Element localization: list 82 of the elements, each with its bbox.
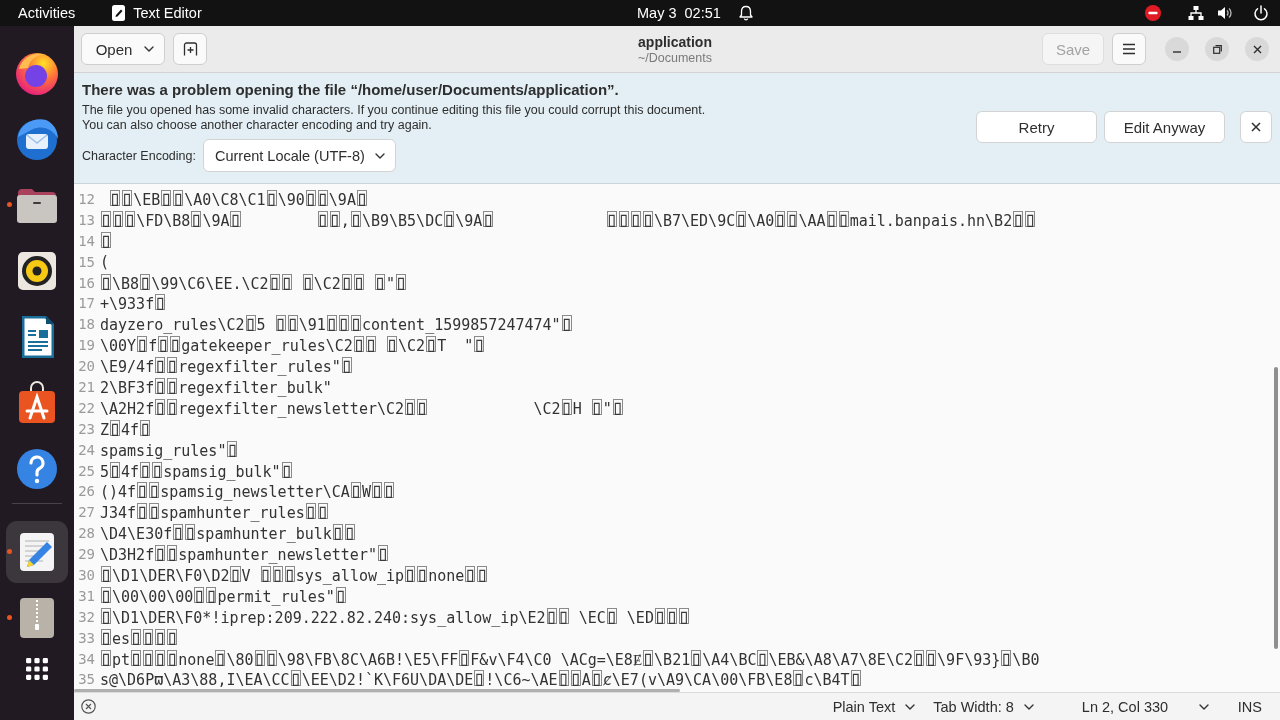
- close-icon: [1251, 122, 1261, 132]
- app-menu[interactable]: Text Editor: [112, 5, 202, 21]
- code-line: ▯▯▯\FD\B8▯\9A▯ ▯▯,▯\B9\B5\DC▯\9A▯ ▯▯▯▯\B7\ED\9C▯\A0▯▯\AA▯▯mail.banpais.hn\B2▯▯: [100, 210, 1037, 230]
- error-title: There was a problem opening the file “/home/user/Documents/application”.: [82, 80, 619, 100]
- window-title: application: [638, 33, 712, 51]
- code-line: ▯\D1\DER\F0\D2▯V ▯▯▯sys_allow_ip▯▯none▯▯: [100, 565, 489, 585]
- code-line: ▯: [100, 231, 113, 251]
- line-number: 12: [77, 190, 95, 208]
- edit-anyway-button[interactable]: Edit Anyway: [1104, 111, 1225, 143]
- line-number: 20: [77, 358, 95, 376]
- encoding-label: Character Encoding:: [82, 148, 196, 163]
- line-number: 13: [77, 211, 95, 229]
- menu-button[interactable]: [1112, 33, 1146, 65]
- line-number: 14: [77, 232, 95, 250]
- pencil-document-icon: [112, 5, 126, 21]
- restore-button[interactable]: [1205, 37, 1229, 61]
- do-not-disturb-icon[interactable]: [1145, 5, 1161, 21]
- code-line: ▯pt▯▯▯▯none▯\80▯▯\98\FB\8C\A6B!\E5\FF▯F&v\F4\C0 \ACg=\E8Ɇ▯\B21▯\A4\BC▯\EB&\A8\A7\8E\C2▯▯\9F\93}▯\B0: [100, 649, 1040, 669]
- line-number: 15: [77, 253, 95, 271]
- line-number: 34: [77, 650, 95, 668]
- cursor-position-dropdown[interactable]: Ln 2, Col 330: [1072, 693, 1218, 720]
- new-tab-icon: [182, 42, 198, 56]
- insert-mode-label: INS: [1237, 698, 1262, 715]
- caret-icon: [1023, 703, 1034, 710]
- minimize-button[interactable]: [1165, 37, 1189, 61]
- line-number: 29: [77, 546, 95, 564]
- language-dropdown[interactable]: Plain Text: [823, 693, 925, 720]
- open-button[interactable]: Open: [81, 33, 165, 65]
- encoding-dropdown[interactable]: Current Locale (UTF-8): [202, 139, 396, 172]
- vertical-scrollbar[interactable]: [1274, 367, 1278, 649]
- line-number: 19: [77, 337, 95, 355]
- tab-width-dropdown[interactable]: Tab Width: 8: [924, 693, 1043, 720]
- caret-icon: [905, 703, 916, 710]
- power-icon[interactable]: [1253, 5, 1269, 21]
- volume-icon[interactable]: [1217, 5, 1232, 21]
- code-line: dayzero_rules\C2▯5 ▯▯\91▯▯▯content_1599857247474"▯: [100, 315, 573, 335]
- line-number: 26: [77, 483, 95, 501]
- menu-icon: [1122, 43, 1136, 55]
- caret-icon: [374, 152, 385, 159]
- line-number: 16: [77, 274, 95, 292]
- retry-button[interactable]: Retry: [976, 111, 1097, 143]
- restore-icon: [1212, 44, 1222, 54]
- app-grid-icon[interactable]: [25, 657, 49, 681]
- line-number: 32: [77, 608, 95, 626]
- code-line: ▯\D1\DER\F0*!iprep:209.222.82.240:sys_allow_ip\E2▯▯ \EC▯ \ED▯▯▯: [100, 607, 691, 627]
- clock[interactable]: May 3 02:51: [637, 5, 721, 21]
- close-button[interactable]: [1245, 37, 1269, 61]
- line-number: 35: [77, 671, 95, 689]
- line-number: 22: [77, 399, 95, 417]
- code-line: (: [100, 253, 110, 271]
- code-line: ▯▯\EB▯▯\A0\C8\C1▯\90▯▯\9A▯: [108, 189, 368, 209]
- code-line: ▯\B8▯\99\C6\EE.\C2▯▯ ▯\C2▯▯ ▯"▯: [100, 273, 408, 293]
- circled-x-icon[interactable]: [81, 699, 96, 714]
- code-line: +\933f▯: [100, 294, 167, 314]
- network-icon[interactable]: [1188, 5, 1204, 21]
- line-number: 30: [77, 566, 95, 584]
- code-line: spamsig_rules"▯: [100, 440, 239, 460]
- horizontal-scrollbar[interactable]: [74, 689, 680, 692]
- caret-icon: [1198, 703, 1209, 710]
- line-number: 24: [77, 441, 95, 459]
- close-icon: [1252, 44, 1262, 54]
- line-number: 25: [77, 462, 95, 480]
- line-number: 31: [77, 587, 95, 605]
- code-line: 5▯4f▯▯spamsig_bulk"▯: [100, 461, 293, 481]
- code-line: J34f▯▯spamhunter_rules▯▯: [100, 503, 329, 523]
- line-number: 23: [77, 420, 95, 438]
- bell-icon: [737, 5, 754, 21]
- error-message: The file you opened has some invalid characters. If you continue editing this file you could corrupt this document. You can also choose another character encoding and try again.: [82, 103, 706, 133]
- dock-button[interactable]: [6, 521, 68, 583]
- line-number: 33: [77, 629, 95, 647]
- code-line: Z▯4f▯: [100, 419, 152, 439]
- line-number: 28: [77, 525, 95, 543]
- line-number: 21: [77, 378, 95, 396]
- caret-icon: [144, 46, 155, 52]
- code-line: ▯\00\00\00▯▯permit_rules"▯: [100, 586, 347, 606]
- new-tab-button[interactable]: [173, 33, 207, 65]
- line-number: 27: [77, 504, 95, 522]
- line-number: 18: [77, 316, 95, 334]
- window-subtitle: ~/Documents: [638, 50, 712, 65]
- code-line: \A2H2f▯▯regexfilter_newsletter\C2▯▯ \C2▯H ▯"▯: [100, 398, 624, 418]
- activities-button[interactable]: Activities: [18, 5, 76, 21]
- line-number: 17: [77, 295, 95, 313]
